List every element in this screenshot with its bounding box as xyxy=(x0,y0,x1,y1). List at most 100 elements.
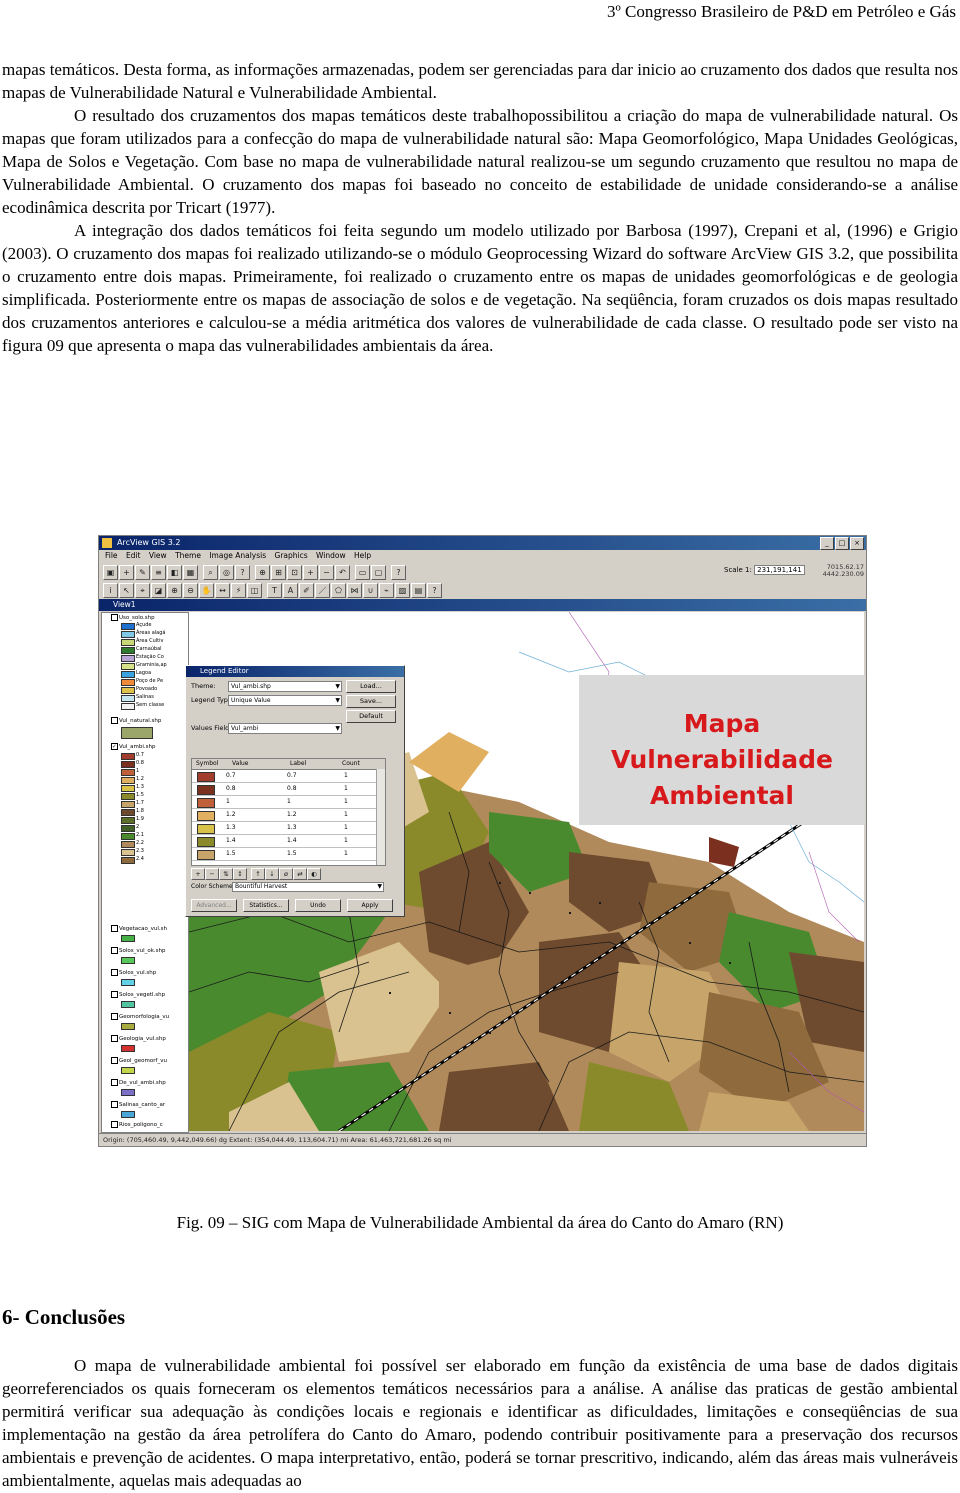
edit-legend-icon[interactable]: ◧ xyxy=(167,565,182,580)
legend-type-select[interactable]: Unique Value ▼ xyxy=(228,695,342,706)
toc-layer-solos-vegetl[interactable]: Solos_vegetl.shp xyxy=(111,991,165,998)
close-button[interactable]: × xyxy=(850,537,864,550)
values-field-select[interactable]: Vul_ambi ▼ xyxy=(228,723,342,734)
table-row[interactable]: 1.4 1.4 1 xyxy=(192,835,385,848)
flip-icon[interactable]: ⇄ xyxy=(293,868,307,880)
load-button[interactable]: Load... xyxy=(346,680,396,693)
line-icon[interactable]: ／ xyxy=(315,583,330,598)
hotlink-icon[interactable]: ⚡ xyxy=(231,583,246,598)
menu-edit[interactable]: Edit xyxy=(126,551,141,560)
maximize-button[interactable]: □ xyxy=(835,537,849,550)
measure-icon[interactable]: ↔ xyxy=(215,583,230,598)
toc-layer-salinas[interactable]: Salinas_canto_ar xyxy=(111,1101,165,1108)
sort-icon[interactable]: ⇅ xyxy=(219,868,233,880)
toc-layer-geol-geomorf[interactable]: Geol_geomorf_vu xyxy=(111,1057,167,1064)
polygon-icon[interactable]: ⬠ xyxy=(331,583,346,598)
toc-layer-vegetacao[interactable]: Vegetacao_vul.sh xyxy=(111,925,167,932)
split-icon[interactable]: ⋈ xyxy=(347,583,362,598)
zoom-previous-icon[interactable]: ↶ xyxy=(335,565,350,580)
vertex-edit-icon[interactable]: ⌖ xyxy=(135,583,150,598)
apply-button[interactable]: Apply xyxy=(347,899,393,912)
table-row[interactable]: 0.7 0.7 1 xyxy=(192,770,385,783)
color-scheme-select[interactable]: Bountiful Harvest ▼ xyxy=(232,882,384,892)
toc-layer-uso-solo[interactable]: Uso_solo.shp xyxy=(111,614,155,621)
help-icon[interactable]: ? xyxy=(391,565,406,580)
menu-image-analysis[interactable]: Image Analysis xyxy=(209,551,266,560)
map-title-overlay: Mapa Vulnerabilidade Ambiental xyxy=(579,675,865,825)
save-project-icon[interactable]: ▣ xyxy=(103,565,118,580)
pan-icon[interactable]: ✋ xyxy=(199,583,214,598)
toc-layer-de-vul-ambi[interactable]: De_vul_ambi.shp xyxy=(111,1079,166,1086)
select-features-icon[interactable]: ▭ xyxy=(355,565,370,580)
find-icon[interactable]: ⌕ xyxy=(203,565,218,580)
paragraph-conclusions: O mapa de vulnerabilidade ambiental foi … xyxy=(2,1356,958,1490)
toc-layer-solos-vul[interactable]: Solos_vul.shp xyxy=(111,969,156,976)
clear-selection-icon[interactable]: ▢ xyxy=(371,565,386,580)
toc-layer-vul-natural[interactable]: Vul_natural.shp xyxy=(111,717,161,724)
menu-theme[interactable]: Theme xyxy=(175,551,201,560)
default-button[interactable]: Default xyxy=(346,710,396,723)
table-row[interactable]: 1.5 1.5 1 xyxy=(192,848,385,861)
zoom-selected-icon[interactable]: ⊡ xyxy=(287,565,302,580)
pointer-icon[interactable]: ↖ xyxy=(119,583,134,598)
view-window: View1 Uso_solo.shp Açude Áreas alagá Áre… xyxy=(99,599,866,1133)
undo-button[interactable]: Undo xyxy=(295,899,341,912)
zoom-out-icon[interactable]: − xyxy=(319,565,334,580)
select-feature-icon[interactable]: ◪ xyxy=(151,583,166,598)
zoom-out-tool-icon[interactable]: ⊖ xyxy=(183,583,198,598)
menu-graphics[interactable]: Graphics xyxy=(275,551,308,560)
open-table-icon[interactable]: ▦ xyxy=(183,565,198,580)
add-theme-icon[interactable]: + xyxy=(119,565,134,580)
menu-help[interactable]: Help xyxy=(354,551,371,560)
union-icon[interactable]: ∪ xyxy=(363,583,378,598)
table-of-contents[interactable]: Uso_solo.shp Açude Áreas alagá Área Cult… xyxy=(101,612,189,1133)
symbol-palette-icon[interactable]: ◐ xyxy=(307,868,321,880)
window-icon[interactable]: ▤ xyxy=(411,583,426,598)
status-bar: Origin: (705,460.49, 9,442,049.66) dg Ex… xyxy=(99,1133,866,1146)
col-label: Label xyxy=(290,760,307,767)
remove-class-icon[interactable]: − xyxy=(205,868,219,880)
move-down-icon[interactable]: ↓ xyxy=(265,868,279,880)
reverse-icon[interactable]: ↕ xyxy=(233,868,247,880)
table-row[interactable]: 111 xyxy=(192,796,385,809)
advanced-button[interactable]: Advanced... xyxy=(191,899,237,912)
area-of-interest-icon[interactable]: ◫ xyxy=(247,583,262,598)
query-builder-icon[interactable]: ? xyxy=(235,565,250,580)
draw-icon[interactable]: ✐ xyxy=(299,583,314,598)
theme-select[interactable]: Vul_ambi.shp ▼ xyxy=(228,681,342,692)
app-title: ArcView GIS 3.2 xyxy=(117,538,181,547)
save-button[interactable]: Save... xyxy=(346,695,396,708)
text-icon[interactable]: A xyxy=(283,583,298,598)
menu-view[interactable]: View xyxy=(149,551,167,560)
zoom-full-icon[interactable]: ⊕ xyxy=(255,565,270,580)
hatch-icon[interactable]: ▨ xyxy=(395,583,410,598)
toc-layer-geomorfologia[interactable]: Geomorfologia_vu xyxy=(111,1013,169,1020)
tool-help-icon[interactable]: ? xyxy=(427,583,442,598)
statistics-button[interactable]: Statistics... xyxy=(243,899,289,912)
zoom-in-icon[interactable]: + xyxy=(303,565,318,580)
zoom-in-tool-icon[interactable]: ⊕ xyxy=(167,583,182,598)
null-values-icon[interactable]: ø xyxy=(279,868,293,880)
table-row[interactable]: 1.3 1.3 1 xyxy=(192,822,385,835)
legend-editor-icon[interactable]: ≡ xyxy=(151,565,166,580)
toc-layer-solos-vul-ok[interactable]: Solos_vul_ok.shp xyxy=(111,947,166,954)
snap-icon[interactable]: ⌁ xyxy=(379,583,394,598)
add-class-icon[interactable]: + xyxy=(191,868,205,880)
move-up-icon[interactable]: ↑ xyxy=(251,868,265,880)
toc-layer-geologia[interactable]: Geologia_vul.shp xyxy=(111,1035,166,1042)
menu-window[interactable]: Window xyxy=(316,551,346,560)
legend-swatch xyxy=(121,623,135,630)
minimize-button[interactable]: _ xyxy=(820,537,834,550)
legend-table-scrollbar[interactable] xyxy=(376,769,385,865)
theme-properties-icon[interactable]: ✎ xyxy=(135,565,150,580)
toc-layer-vul-ambi[interactable]: ✓ Vul_ambi.shp xyxy=(111,743,156,750)
locate-icon[interactable]: ◎ xyxy=(219,565,234,580)
table-row[interactable]: 0.8 0.8 1 xyxy=(192,783,385,796)
zoom-active-icon[interactable]: ⊞ xyxy=(271,565,286,580)
label-icon[interactable]: T xyxy=(267,583,282,598)
identify-icon[interactable]: i xyxy=(103,583,118,598)
scale-input[interactable]: 231,191,141 xyxy=(754,565,805,575)
menu-file[interactable]: File xyxy=(105,551,118,560)
toc-layer-rios[interactable]: Rios_poligono_c xyxy=(111,1121,163,1128)
table-row[interactable]: 1.2 1.2 1 xyxy=(192,809,385,822)
